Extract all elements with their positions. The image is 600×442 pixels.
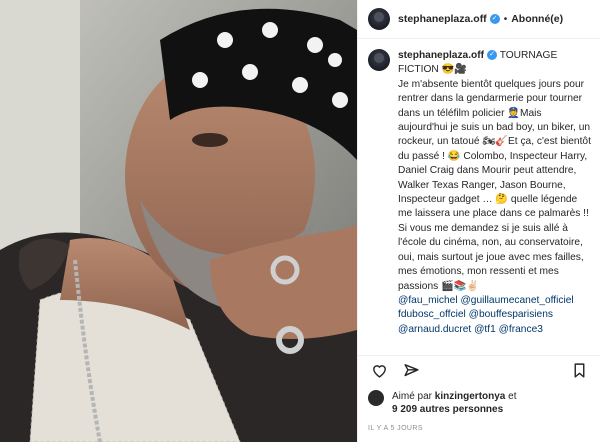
mention-link[interactable]: @guillaumecanet_officiel (460, 295, 573, 306)
likes-text: Aimé par kinzingertonya et 9 209 autres … (392, 390, 517, 416)
mention-link[interactable]: @arnaud.ducret (398, 324, 471, 335)
header-username[interactable]: stephaneplaza.off (398, 13, 487, 25)
verified-badge-icon: ✓ (487, 50, 498, 61)
caption-text: stephaneplaza.off ✓ TOURNAGE FICTION 😎🎥 J… (398, 49, 592, 339)
bookmark-icon[interactable] (568, 360, 590, 382)
mention-link[interactable]: fdubosc_offciel (398, 309, 466, 320)
photo-illustration (0, 0, 357, 442)
separator-dot: • (503, 13, 508, 25)
action-bar (358, 355, 600, 385)
caption-avatar[interactable] (368, 49, 390, 71)
caption-block: stephaneplaza.off ✓ TOURNAGE FICTION 😎🎥 J… (358, 39, 600, 339)
heart-icon[interactable] (368, 360, 390, 382)
liker-avatar[interactable] (368, 390, 384, 406)
post-timestamp[interactable]: IL Y A 5 JOURS (368, 425, 423, 432)
liker-username[interactable]: kinzingertonya (435, 391, 506, 402)
mention-link[interactable]: @fau_michel (398, 295, 458, 306)
caption-username[interactable]: stephaneplaza.off (398, 50, 484, 61)
post-photo[interactable] (0, 0, 357, 442)
caption-body: TOURNAGE FICTION 😎🎥 Je m'absente bientôt… (398, 50, 591, 292)
likes-count[interactable]: 9 209 autres personnes (392, 404, 503, 415)
mention-link[interactable]: @bouffesparisiens (469, 309, 553, 320)
likes-summary: Aimé par kinzingertonya et 9 209 autres … (368, 390, 592, 416)
instagram-post: stephaneplaza.off ✓ • Abonné(e) stephane… (0, 0, 600, 442)
mention-link[interactable]: @tf1 (474, 324, 496, 335)
share-icon[interactable] (400, 360, 422, 382)
likes-prefix: Aimé par (392, 391, 435, 402)
post-sidebar: stephaneplaza.off ✓ • Abonné(e) stephane… (357, 0, 600, 442)
mention-link[interactable]: @france3 (499, 324, 543, 335)
verified-badge-icon: ✓ (489, 14, 500, 24)
post-header: stephaneplaza.off ✓ • Abonné(e) (358, 0, 600, 39)
avatar[interactable] (368, 8, 390, 30)
follow-button[interactable]: Abonné(e) (511, 13, 563, 25)
likes-and: et (505, 391, 517, 402)
